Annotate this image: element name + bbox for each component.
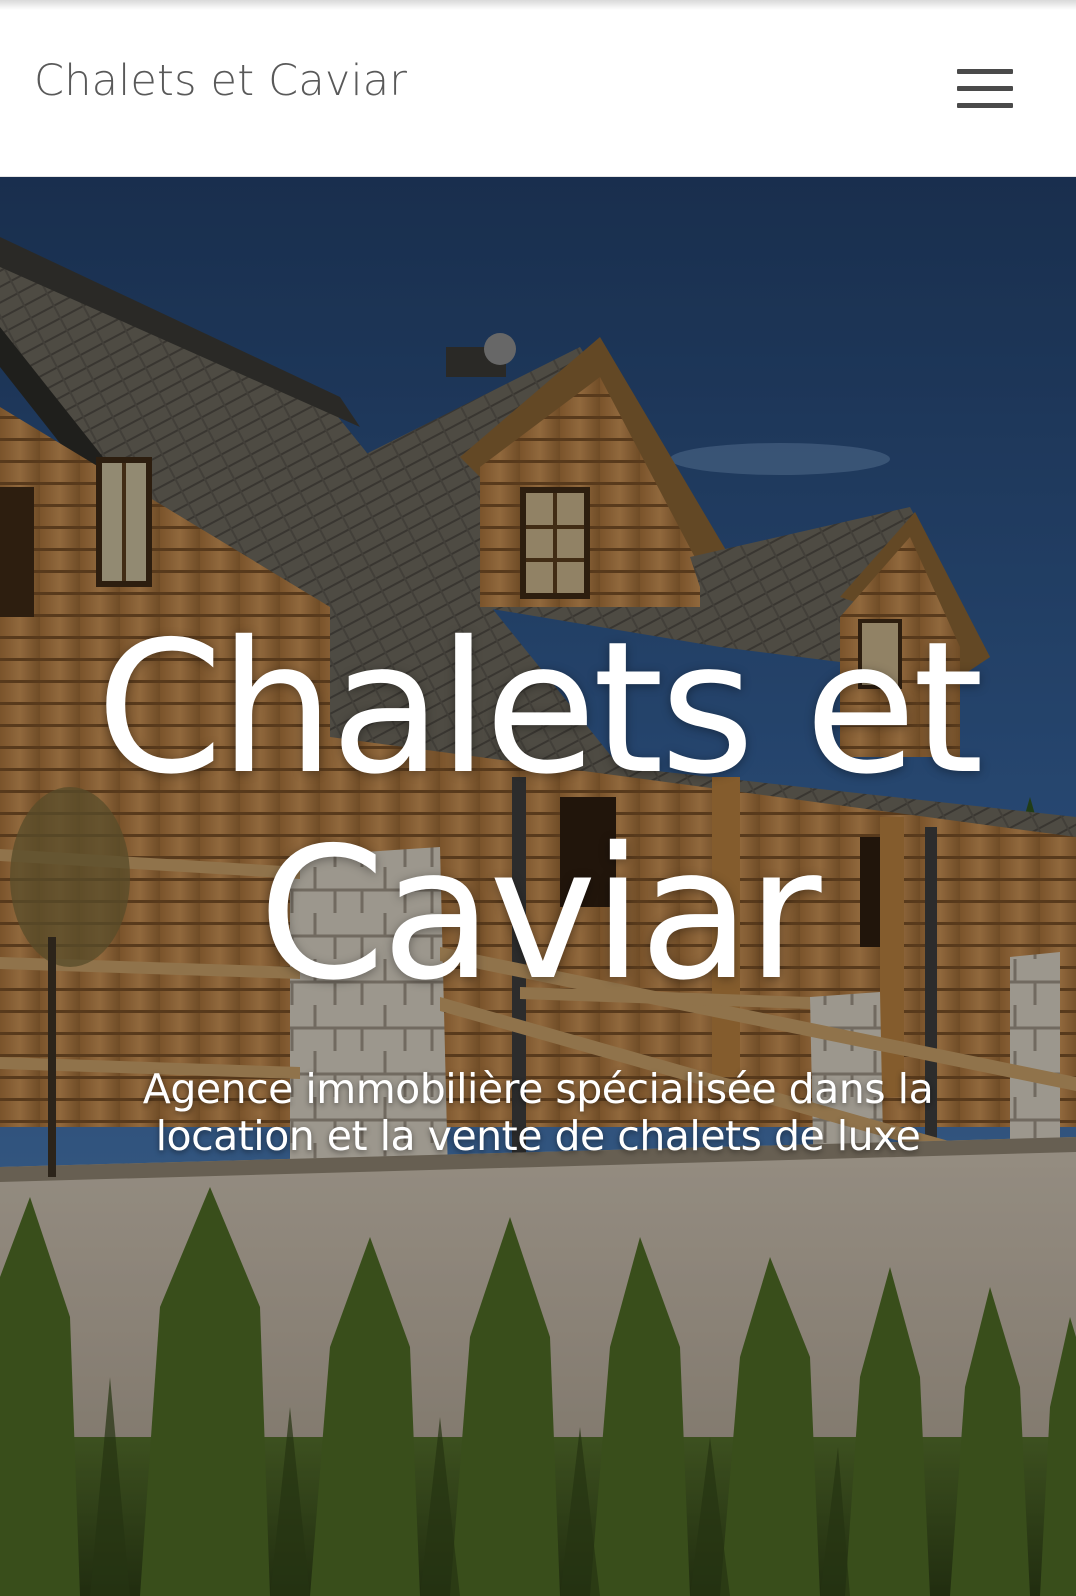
- hero-title: Chalets et Caviar: [96, 602, 984, 1020]
- site-title-link[interactable]: Chalets et Caviar: [34, 56, 407, 108]
- menu-icon-bar: [957, 86, 1013, 91]
- hero-section: Chalets et Caviar Agence immobilière spé…: [0, 177, 1076, 1596]
- top-shadow: [0, 0, 1076, 10]
- page: Chalets et Caviar Chalets et Caviar Agen…: [0, 0, 1076, 1596]
- menu-button[interactable]: [946, 58, 1016, 118]
- site-header: Chalets et Caviar: [0, 0, 1076, 177]
- menu-icon-bar: [957, 103, 1013, 108]
- hero-subtitle: Agence immobilière spécialisée dans la l…: [142, 1065, 934, 1160]
- menu-icon-bar: [957, 69, 1013, 74]
